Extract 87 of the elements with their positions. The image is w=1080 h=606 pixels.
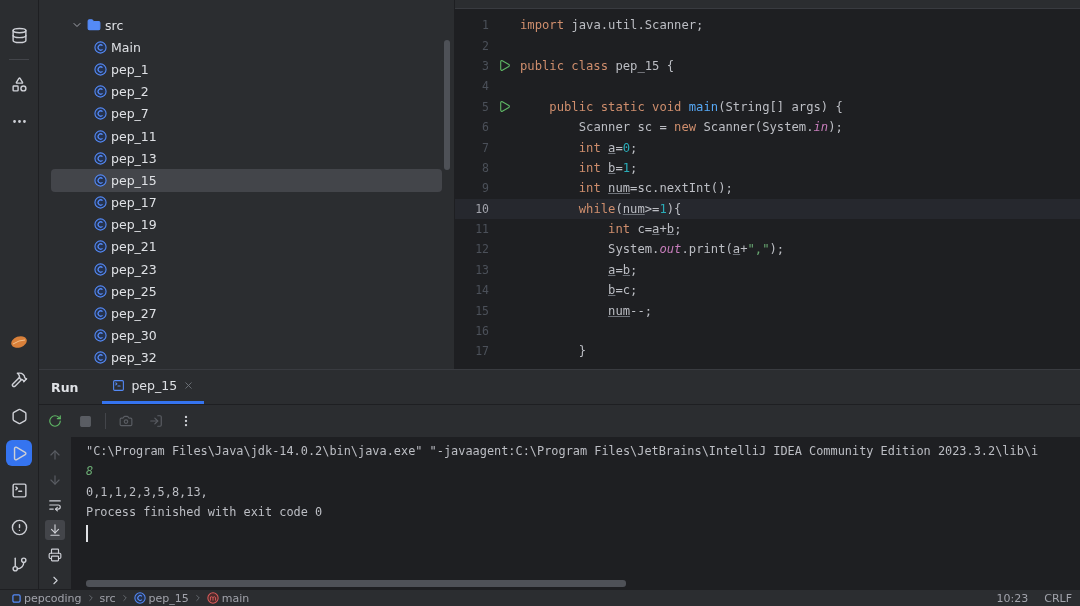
- code-line: public class pep_15 {: [520, 58, 675, 73]
- class-label: pep_7: [111, 106, 149, 122]
- class-icon: [94, 351, 107, 365]
- line-number: 10: [474, 201, 489, 216]
- code-line: int b=1;: [577, 160, 638, 175]
- class-label: pep_1: [111, 61, 149, 77]
- code-line: import java.util.Scanner;: [520, 18, 704, 33]
- tab-label: pep_15: [131, 378, 178, 393]
- class-icon: [94, 196, 107, 210]
- class-label: Main: [111, 39, 141, 55]
- tree-item[interactable]: pep_7: [51, 102, 442, 125]
- tree-item[interactable]: pep_1: [51, 58, 442, 81]
- breadcrumb[interactable]: pepcoding: [24, 591, 82, 605]
- class-icon: [94, 107, 107, 121]
- class-label: pep_21: [111, 239, 157, 255]
- class-icon: [133, 592, 146, 604]
- tree-item[interactable]: Main: [51, 36, 442, 59]
- class-icon: [94, 240, 107, 254]
- class-label: pep_25: [111, 283, 157, 299]
- panel-title: Run: [51, 379, 79, 395]
- code-line: int num=sc.nextInt();: [577, 181, 733, 196]
- class-icon: [94, 173, 107, 187]
- folder-label: src: [105, 17, 124, 33]
- code-line: while(num>=1){: [577, 201, 682, 216]
- tree-item[interactable]: pep_32: [51, 346, 442, 369]
- code-line: int a=0;: [577, 140, 638, 155]
- breadcrumb[interactable]: main: [221, 591, 250, 605]
- scrollbar[interactable]: [444, 40, 450, 170]
- code-line: Scanner sc = new Scanner(System.in);: [577, 120, 843, 135]
- console-line: 8: [86, 463, 95, 481]
- tree-item[interactable]: pep_30: [51, 324, 442, 347]
- run-gutter-icon[interactable]: [498, 59, 511, 73]
- class-icon: [94, 284, 107, 298]
- folder-icon: [87, 18, 101, 33]
- console-line: 0,1,1,2,3,5,8,13,: [86, 483, 209, 501]
- class-label: pep_17: [111, 195, 157, 211]
- code-line: public static void main(String[] args) {: [548, 99, 843, 114]
- class-icon: [94, 262, 107, 276]
- scrollbar[interactable]: [86, 580, 626, 587]
- code-line: System.out.print(a+",");: [607, 242, 785, 257]
- breadcrumb[interactable]: pep_15: [148, 591, 189, 605]
- tree-item[interactable]: src: [51, 14, 442, 37]
- code-line: num--;: [607, 303, 653, 318]
- code-line: a=b;: [607, 262, 638, 277]
- class-icon: [94, 307, 107, 321]
- class-label: pep_23: [111, 261, 157, 277]
- class-label: pep_2: [111, 84, 149, 100]
- class-label: pep_27: [111, 306, 157, 322]
- tree-item[interactable]: pep_17: [51, 191, 442, 214]
- console-line: "C:\Program Files\Java\jdk-14.0.2\bin\java.exe" "-javaagent:C:\Program Files\JetBrains\IntelliJ IDEA Community Edition 2023.3.2\lib\i: [86, 443, 1040, 460]
- class-icon: [94, 218, 107, 232]
- class-icon: [94, 151, 107, 165]
- tree-item[interactable]: pep_11: [51, 124, 442, 148]
- tree-item[interactable]: pep_13: [51, 147, 442, 170]
- class-label: pep_13: [111, 150, 157, 166]
- code-line: b=c;: [607, 283, 638, 298]
- tree-item[interactable]: pep_25: [51, 280, 442, 303]
- close-icon[interactable]: [183, 380, 195, 391]
- class-label: pep_19: [111, 217, 157, 233]
- tree-item[interactable]: pep_19: [51, 213, 442, 236]
- class-label: pep_15: [111, 172, 157, 188]
- status-item[interactable]: CRLF: [1044, 591, 1072, 605]
- tree-item[interactable]: pep_21: [51, 235, 442, 259]
- class-label: pep_11: [111, 128, 157, 144]
- class-label: pep_30: [111, 328, 157, 344]
- tree-item[interactable]: pep_27: [51, 302, 442, 325]
- tree-item[interactable]: pep_2: [51, 80, 442, 103]
- scroll-to-end-icon[interactable]: [45, 520, 65, 540]
- class-icon: [94, 40, 107, 54]
- run-gutter-icon[interactable]: [498, 100, 511, 114]
- code-line: }: [577, 344, 587, 359]
- class-icon: [94, 85, 107, 99]
- console-icon: [112, 379, 126, 392]
- module-icon: [12, 593, 21, 603]
- text-cursor: [86, 524, 88, 542]
- console-line: Process finished with exit code 0: [86, 504, 324, 522]
- status-item[interactable]: 10:23: [996, 591, 1029, 605]
- class-label: pep_32: [111, 350, 157, 366]
- breadcrumb[interactable]: src: [99, 591, 116, 605]
- class-icon: [94, 62, 107, 76]
- tree-item[interactable]: pep_23: [51, 258, 442, 281]
- class-icon: [94, 329, 107, 343]
- code-line: int c=a+b;: [607, 222, 682, 237]
- run-icon[interactable]: [6, 440, 32, 466]
- class-icon: [94, 129, 107, 143]
- tree-item[interactable]: pep_15: [51, 169, 442, 192]
- method-icon: [206, 592, 219, 604]
